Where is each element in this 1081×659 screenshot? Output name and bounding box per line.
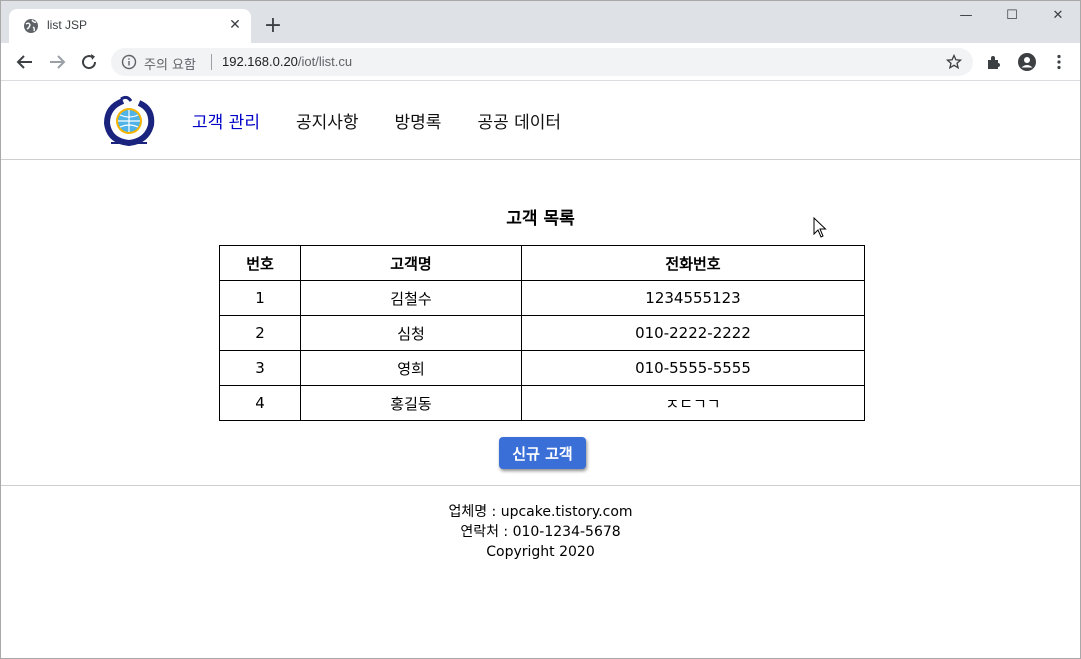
tab-title: list JSP [47, 18, 88, 32]
footer-company: 업체명 : upcake.tistory.com [448, 504, 633, 520]
cell-phone: ㅈㄷㄱㄱ [521, 385, 865, 421]
footer: 업체명 : upcake.tistory.com 연락처 : 010-1234-… [1, 502, 1080, 562]
header-phone: 전화번호 [521, 245, 865, 281]
new-customer-button[interactable]: 신규 고객 [499, 437, 586, 469]
url-host: 192.168.0.20 [222, 54, 298, 69]
back-icon[interactable] [13, 50, 37, 74]
table-row: 2 심청 010-2222-2222 [219, 315, 865, 351]
browser-toolbar: 주의 요함 192.168.0.20/iot/list.cu [1, 43, 1080, 81]
cell-name[interactable]: 심청 [300, 315, 522, 351]
profile-avatar-icon[interactable] [1017, 52, 1037, 72]
table-row: 4 홍길동 ㅈㄷㄱㄱ [219, 385, 865, 421]
footer-contact: 연락처 : 010-1234-5678 [460, 524, 621, 540]
header-number: 번호 [219, 245, 301, 281]
maximize-icon[interactable]: ☐ [989, 1, 1035, 31]
cell-number: 2 [219, 315, 301, 351]
cell-number: 1 [219, 280, 301, 316]
security-label[interactable]: 주의 요함 [144, 54, 196, 73]
cell-name[interactable]: 영희 [300, 350, 522, 386]
separator [211, 54, 212, 70]
nav-customer-management[interactable]: 고객 관리 [192, 108, 260, 133]
close-tab-icon[interactable]: ✕ [227, 17, 243, 33]
extensions-puzzle-icon[interactable] [985, 52, 1005, 72]
tab-strip: list JSP ✕ + — ☐ ✕ [1, 1, 1080, 43]
cell-phone: 010-2222-2222 [521, 315, 865, 351]
cell-number: 3 [219, 350, 301, 386]
customer-table: 번호 고객명 전화번호 1 김철수 1234555123 2 심청 010-22… [219, 245, 865, 421]
table-row: 1 김철수 1234555123 [219, 280, 865, 316]
cell-phone: 010-5555-5555 [521, 350, 865, 386]
nav-notice[interactable]: 공지사항 [296, 108, 359, 133]
globe-icon [24, 19, 38, 33]
table-header-row: 번호 고객명 전화번호 [219, 245, 865, 281]
site-header: 고객 관리 공지사항 방명록 공공 데이터 [1, 82, 1080, 160]
main-nav: 고객 관리 공지사항 방명록 공공 데이터 [192, 108, 597, 133]
menu-kebab-icon[interactable] [1049, 52, 1069, 72]
address-bar[interactable]: 주의 요함 192.168.0.20/iot/list.cu [111, 48, 973, 76]
forward-icon[interactable] [45, 50, 69, 74]
page-title: 고객 목록 [506, 209, 575, 229]
header-name: 고객명 [300, 245, 522, 281]
info-icon[interactable] [121, 54, 137, 70]
close-window-icon[interactable]: ✕ [1035, 1, 1080, 31]
footer-divider [1, 485, 1080, 486]
url-path: /iot/list.cu [297, 54, 353, 69]
table-row: 3 영희 010-5555-5555 [219, 350, 865, 386]
minimize-icon[interactable]: — [943, 1, 989, 31]
nav-public-data[interactable]: 공공 데이터 [477, 108, 561, 133]
new-tab-icon[interactable]: + [261, 14, 285, 38]
cell-phone: 1234555123 [521, 280, 865, 316]
mouse-cursor-icon [813, 217, 827, 238]
browser-window: list JSP ✕ + — ☐ ✕ 주의 요함 192.168.0.20/io… [0, 0, 1081, 659]
cell-number: 4 [219, 385, 301, 421]
site-logo[interactable] [101, 95, 157, 147]
browser-tab[interactable]: list JSP ✕ [9, 9, 251, 43]
footer-copyright: Copyright 2020 [486, 544, 595, 560]
reload-icon[interactable] [77, 50, 101, 74]
cell-name[interactable]: 홍길동 [300, 385, 522, 421]
bookmark-star-icon[interactable] [946, 54, 962, 70]
url-text[interactable]: 192.168.0.20/iot/list.cu [222, 54, 352, 69]
page-content: 고객 관리 공지사항 방명록 공공 데이터 고객 목록 번호 고객명 전화번호 … [1, 82, 1080, 658]
nav-guestbook[interactable]: 방명록 [395, 108, 442, 133]
cell-name[interactable]: 김철수 [300, 280, 522, 316]
